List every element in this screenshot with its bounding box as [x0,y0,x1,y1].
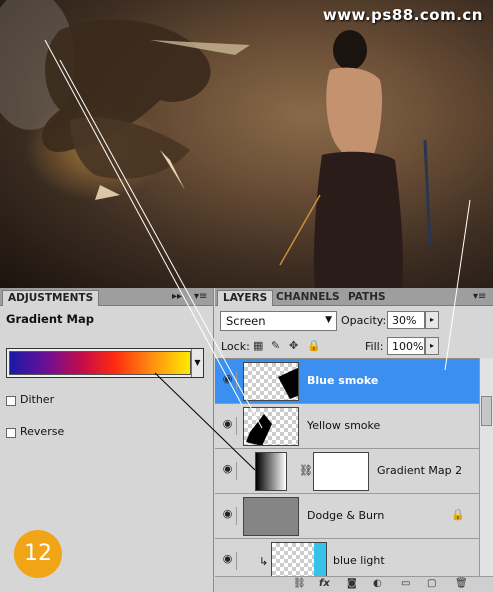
group-icon[interactable]: ▭ [401,578,410,589]
mask-link-icon[interactable]: ⛓ [299,464,313,477]
opacity-input[interactable]: 30% [387,311,425,329]
gradient-dropdown-arrow-icon[interactable]: ▼ [191,349,203,377]
gradient-preview[interactable] [9,351,191,375]
reverse-checkbox[interactable] [6,428,16,438]
layers-tabbar: LAYERS CHANNELS PATHS ▾≡ [215,288,493,306]
mask-icon[interactable]: ◙ [347,578,357,589]
adjustment-icon[interactable]: ◐ [373,578,382,589]
lock-transparent-icon[interactable]: ▦ [253,339,263,352]
layer-list: ◉ Blue smoke ◉ Yellow smoke ◉ ⛓ Gradient… [215,358,479,578]
layer-name[interactable]: blue light [333,554,385,567]
clipping-arrow-icon: ↳ [259,555,269,568]
trash-icon[interactable]: 🗑 [455,578,468,589]
layer-row-dodge-burn[interactable]: ◉ Dodge & Burn 🔒 [215,494,479,539]
adjustment-title: Gradient Map [6,312,94,326]
collapse-panel-icon[interactable]: ▸▸ [172,291,182,302]
lock-position-icon[interactable]: ✥ [289,339,298,352]
gradient-picker[interactable]: ▼ [6,348,204,378]
layers-scrollbar[interactable] [479,358,493,578]
layer-thumbnail[interactable] [243,362,299,401]
layer-row-yellow-smoke[interactable]: ◉ Yellow smoke [215,404,479,449]
layer-thumbnail[interactable] [243,497,299,536]
layers-panel-menu-icon[interactable]: ▾≡ [473,291,486,302]
layer-name[interactable]: Yellow smoke [307,419,380,432]
dither-label: Dither [20,393,55,406]
visibility-eye-icon[interactable]: ◉ [219,417,237,435]
chevron-down-icon: ▼ [325,315,332,325]
layer-thumbnail[interactable] [271,542,327,578]
layer-thumbnail-shape [314,543,326,578]
adjustments-tabbar: ADJUSTMENTS ▸▸ ▾≡ [0,288,213,306]
layers-footer: ⛓ fx ◙ ◐ ▭ ▢ 🗑 [215,576,493,592]
scrollbar-thumb[interactable] [481,396,492,426]
visibility-eye-icon[interactable]: ◉ [219,507,237,525]
artwork-illustration [0,0,432,288]
watermark: www.ps88.com.cn [322,6,483,24]
visibility-eye-icon[interactable]: ◉ [219,552,237,570]
layers-panel: LAYERS CHANNELS PATHS ▾≡ Screen ▼ Opacit… [215,288,493,592]
fill-label: Fill: [365,340,384,353]
panel-menu-icon[interactable]: ▾≡ [194,291,207,302]
step-number-badge: 12 [14,530,62,578]
lock-label: Lock: [221,340,250,353]
fx-icon[interactable]: fx [319,578,330,589]
fill-slider-arrow-icon[interactable]: ▸ [425,337,439,355]
panels-area: ADJUSTMENTS ▸▸ ▾≡ Gradient Map ▼ Dither … [0,288,493,592]
visibility-eye-icon[interactable]: ◉ [219,372,237,390]
adjustments-panel: ADJUSTMENTS ▸▸ ▾≡ Gradient Map ▼ Dither … [0,288,214,592]
layer-row-blue-light[interactable]: ◉ ↳ blue light [215,539,479,578]
fill-input[interactable]: 100% [387,337,425,355]
artwork-canvas: www.ps88.com.cn [0,0,493,288]
lock-image-icon[interactable]: ✎ [271,339,280,352]
layer-row-gradient-map[interactable]: ◉ ⛓ Gradient Map 2 [215,449,479,494]
reverse-label: Reverse [20,425,65,438]
new-layer-icon[interactable]: ▢ [427,578,436,589]
blend-mode-select[interactable]: Screen ▼ [220,311,337,331]
layer-row-blue-smoke[interactable]: ◉ Blue smoke [215,359,479,404]
adjustment-layer-icon[interactable] [255,452,287,491]
layer-name[interactable]: Gradient Map 2 [377,464,462,477]
layer-mask-thumbnail[interactable] [313,452,369,491]
opacity-label: Opacity: [341,314,387,327]
tab-paths[interactable]: PATHS [343,290,391,306]
lock-all-icon[interactable]: 🔒 [307,339,321,352]
visibility-eye-icon[interactable]: ◉ [219,462,237,480]
tab-channels[interactable]: CHANNELS [271,290,345,306]
layer-thumbnail-shape [278,367,298,399]
tab-adjustments[interactable]: ADJUSTMENTS [2,290,100,306]
layer-thumbnail-shape [246,414,272,445]
link-icon[interactable]: ⛓ [293,578,306,589]
tab-layers[interactable]: LAYERS [217,290,274,306]
layer-name[interactable]: Dodge & Burn [307,509,384,522]
opacity-slider-arrow-icon[interactable]: ▸ [425,311,439,329]
blend-mode-value: Screen [226,314,266,328]
layer-name[interactable]: Blue smoke [307,374,378,387]
layer-lock-icon: 🔒 [451,508,465,521]
dither-checkbox[interactable] [6,396,16,406]
layer-thumbnail[interactable] [243,407,299,446]
